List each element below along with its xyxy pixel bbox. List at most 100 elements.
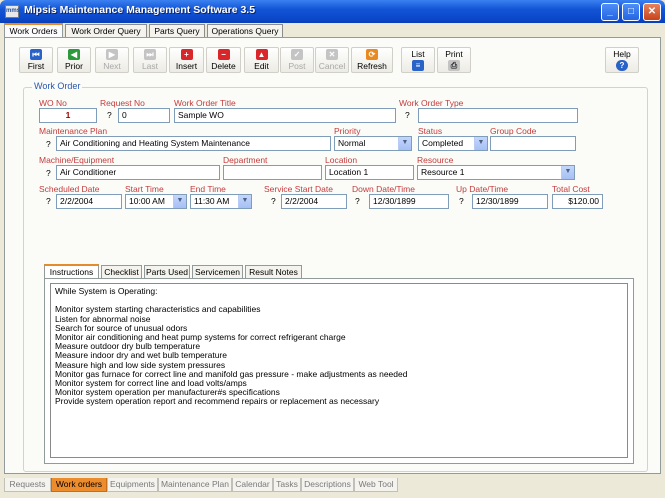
tab-servicemen[interactable]: Servicemen (192, 265, 243, 279)
chevron-down-icon[interactable]: ▼ (173, 195, 186, 208)
tab-maintenance-plan[interactable]: Maintenance Plan (158, 478, 232, 492)
end-time-value: 11:30 AM (194, 196, 230, 206)
delete-button[interactable]: − Delete (206, 47, 241, 73)
title-bar: mms Mipsis Maintenance Management Softwa… (0, 0, 665, 23)
status-select[interactable]: Completed ▼ (418, 136, 488, 151)
help-button[interactable]: Help ? (605, 47, 639, 73)
service-start-lookup[interactable]: ? (271, 196, 276, 206)
request-no-label: Request No (100, 98, 145, 108)
delete-icon: − (217, 49, 230, 60)
type-field[interactable] (418, 108, 578, 123)
chevron-down-icon[interactable]: ▼ (474, 137, 487, 150)
refresh-button[interactable]: ⟳ Refresh (351, 47, 393, 73)
service-start-field[interactable]: 2/2/2004 (281, 194, 347, 209)
end-time-select[interactable]: 11:30 AM ▼ (190, 194, 252, 209)
maximize-button[interactable]: □ (622, 3, 640, 21)
scheduled-date-lookup[interactable]: ? (46, 196, 51, 206)
delete-label: Delete (211, 61, 236, 71)
minimize-button[interactable]: _ (601, 3, 619, 21)
down-date-field[interactable]: 12/30/1899 (369, 194, 449, 209)
tab-parts-used[interactable]: Parts Used (144, 265, 190, 279)
instruction-line: While System is Operating: (55, 286, 158, 296)
post-label: Post (288, 61, 306, 71)
next-button[interactable]: ▶ Next (95, 47, 129, 73)
department-label: Department (223, 155, 268, 165)
insert-icon: + (180, 49, 193, 60)
instructions-page: While System is Operating: Monitor syste… (44, 278, 634, 464)
cancel-icon: ✕ (326, 49, 338, 60)
first-icon: ⏮ (30, 49, 42, 60)
close-button[interactable]: ✕ (643, 3, 661, 21)
end-time-label: End Time (190, 184, 226, 194)
machine-field[interactable]: Air Conditioner (56, 165, 220, 180)
plan-lookup[interactable]: ? (46, 139, 51, 149)
request-no-lookup[interactable]: ? (107, 110, 112, 120)
priority-label: Priority (334, 126, 361, 136)
instructions-textarea[interactable]: While System is Operating: Monitor syste… (50, 283, 628, 458)
tab-result-notes[interactable]: Result Notes (245, 265, 302, 279)
insert-button[interactable]: + Insert (169, 47, 204, 73)
tab-parts-query[interactable]: Parts Query (149, 24, 205, 38)
resource-select[interactable]: Resource 1 ▼ (417, 165, 575, 180)
start-time-select[interactable]: 10:00 AM ▼ (125, 194, 187, 209)
tab-equipments[interactable]: Equipments (107, 478, 158, 492)
group-code-label: Group Code (490, 126, 537, 136)
tab-requests[interactable]: Requests (4, 478, 51, 492)
down-date-lookup[interactable]: ? (355, 196, 360, 206)
wo-no-field[interactable]: 1 (39, 108, 97, 123)
plan-field[interactable]: Air Conditioning and Heating System Main… (56, 136, 331, 151)
insert-label: Insert (175, 61, 198, 71)
request-no-field[interactable]: 0 (118, 108, 170, 123)
tab-web-tool[interactable]: Web Tool (354, 478, 398, 492)
list-icon: ≡ (412, 60, 424, 71)
printer-icon: ⎙ (448, 60, 460, 71)
title-field[interactable]: Sample WO (174, 108, 396, 123)
tab-tasks[interactable]: Tasks (273, 478, 301, 492)
last-button[interactable]: ⏭ Last (133, 47, 167, 73)
start-time-value: 10:00 AM (129, 196, 165, 206)
up-date-label: Up Date/Time (456, 184, 509, 194)
tab-work-order-query[interactable]: Work Order Query (65, 24, 147, 38)
type-label: Work Order Type (399, 98, 464, 108)
group-code-field[interactable] (490, 136, 576, 151)
down-date-label: Down Date/Time (352, 184, 415, 194)
type-lookup[interactable]: ? (405, 110, 410, 120)
start-time-label: Start Time (125, 184, 164, 194)
last-label: Last (141, 61, 159, 71)
tab-work-orders[interactable]: Work Orders (4, 23, 63, 38)
total-cost-field[interactable]: $120.00 (552, 194, 603, 209)
print-button[interactable]: Print ⎙ (437, 47, 471, 73)
tab-operations-query[interactable]: Operations Query (207, 24, 283, 38)
priority-select[interactable]: Normal ▼ (334, 136, 412, 151)
chevron-down-icon[interactable]: ▼ (398, 137, 411, 150)
tab-descriptions[interactable]: Descriptions (301, 478, 354, 492)
cancel-button[interactable]: ✕ Cancel (315, 47, 349, 73)
bottom-tab-bar: Requests Work orders Equipments Maintena… (0, 474, 665, 498)
location-field[interactable]: Location 1 (325, 165, 414, 180)
cancel-label: Cancel (318, 61, 346, 71)
first-button[interactable]: ⏮ First (19, 47, 53, 73)
total-cost-label: Total Cost (552, 184, 590, 194)
tab-calendar[interactable]: Calendar (232, 478, 273, 492)
chevron-down-icon[interactable]: ▼ (561, 166, 574, 179)
help-icon: ? (616, 60, 628, 71)
chevron-down-icon[interactable]: ▼ (238, 195, 251, 208)
post-button[interactable]: ✓ Post (280, 47, 314, 73)
up-date-lookup[interactable]: ? (459, 196, 464, 206)
tab-work-orders-module[interactable]: Work orders (51, 478, 107, 492)
tab-checklist[interactable]: Checklist (101, 265, 142, 279)
status-label: Status (418, 126, 443, 136)
tab-instructions[interactable]: Instructions (44, 264, 99, 279)
prior-icon: ◀ (68, 49, 80, 60)
list-button[interactable]: List ≡ (401, 47, 435, 73)
status-value: Completed (422, 138, 464, 148)
resource-label: Resource (417, 155, 454, 165)
edit-icon: ▲ (255, 49, 268, 60)
edit-button[interactable]: ▲ Edit (244, 47, 279, 73)
last-icon: ⏭ (144, 49, 156, 60)
department-field[interactable] (223, 165, 322, 180)
scheduled-date-field[interactable]: 2/2/2004 (56, 194, 122, 209)
machine-lookup[interactable]: ? (46, 168, 51, 178)
up-date-field[interactable]: 12/30/1899 (472, 194, 548, 209)
prior-button[interactable]: ◀ Prior (57, 47, 91, 73)
